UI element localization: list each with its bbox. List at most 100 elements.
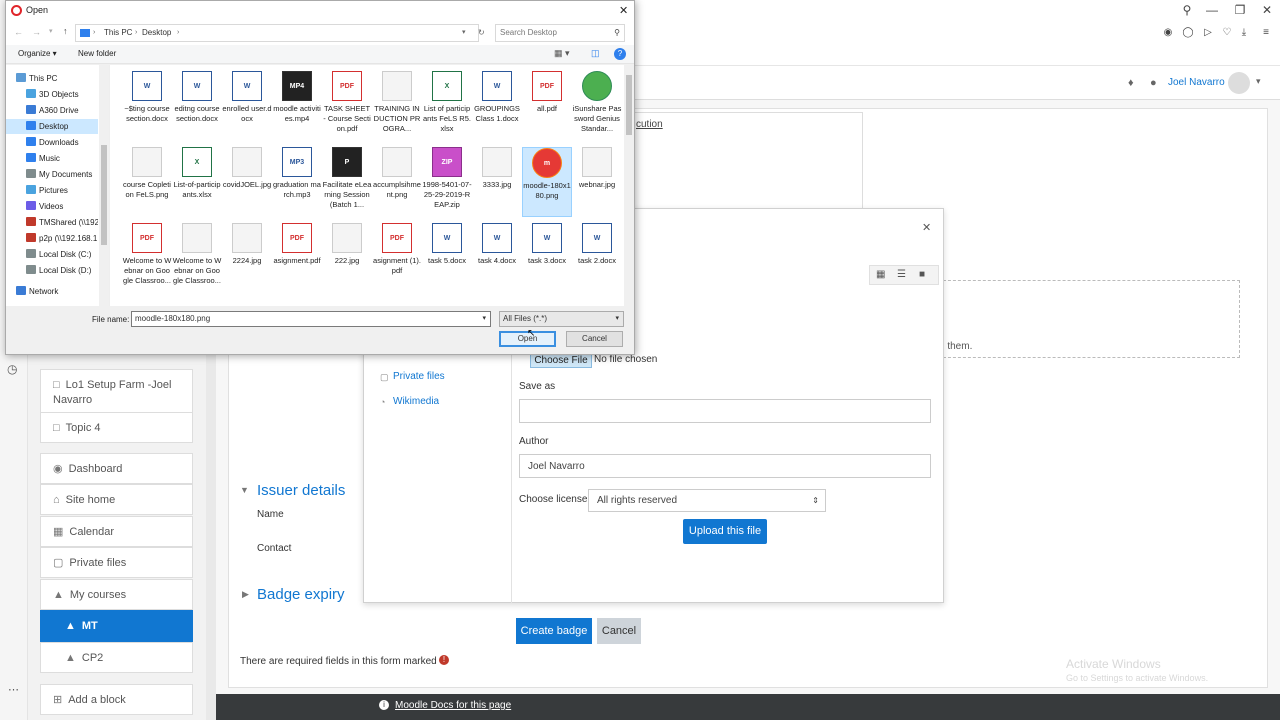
drawer-item-calendar[interactable]: ▦ Calendar: [40, 516, 193, 547]
drawer-item-site-home[interactable]: ⌂ Site home: [40, 484, 193, 515]
file-item[interactable]: 222.jpg: [322, 223, 372, 293]
file-item[interactable]: P Facilitate eLearning Session (Batch 1..…: [322, 147, 372, 217]
file-item[interactable]: PDF all.pdf: [522, 71, 572, 141]
dialog-close-icon[interactable]: ✕: [619, 4, 628, 17]
file-item[interactable]: ZIP 1998-5401-07-25-29-2019-REAP.zip: [422, 147, 472, 217]
file-item[interactable]: TRAINING INDUCTION PROGRA...: [372, 71, 422, 141]
recent-chevron-icon[interactable]: ▾: [49, 27, 53, 35]
tree-item[interactable]: Local Disk (D:): [6, 263, 98, 278]
drawer-item-my-courses[interactable]: ▲ My courses: [40, 579, 193, 610]
cancel-button[interactable]: Cancel: [597, 618, 641, 644]
issuer-details-toggle-icon[interactable]: ▼: [240, 485, 249, 495]
drawer-item-lo1[interactable]: □ Lo1 Setup Farm -Joel Navarro: [40, 369, 193, 414]
tree-item[interactable]: Downloads: [6, 135, 98, 150]
choose-file-button[interactable]: Choose File: [530, 353, 592, 368]
add-block-button[interactable]: ⊞ Add a block: [40, 684, 193, 715]
file-drop-area[interactable]: d them.: [928, 280, 1240, 358]
help-icon[interactable]: ?: [614, 48, 626, 60]
forward-icon[interactable]: →: [32, 27, 41, 37]
badge-expiry-toggle-icon[interactable]: ▶: [242, 589, 249, 600]
file-type-select[interactable]: All Files (*.*) ▾: [499, 311, 624, 327]
tree-item[interactable]: TMShared (\\192: [6, 215, 98, 230]
file-item[interactable]: Weditng course section.docx: [172, 71, 222, 141]
file-item[interactable]: course Copletion FeLS.png: [122, 147, 172, 217]
file-item[interactable]: Wtask 5.docx: [422, 223, 472, 293]
file-item[interactable]: PDF Welcome to Webnar on Google Classroo.…: [122, 223, 172, 293]
tree-item[interactable]: This PC: [6, 71, 98, 86]
drawer-item-topic4[interactable]: □ Topic 4: [40, 412, 193, 443]
file-item[interactable]: X List-of-participants.xlsx: [172, 147, 222, 217]
drawer-item-mt[interactable]: ▲ MT: [40, 610, 193, 642]
preview-pane-icon[interactable]: ◫: [591, 48, 600, 59]
file-item[interactable]: covidJOEL.jpg: [222, 147, 272, 217]
heart-icon[interactable]: ♡: [1220, 26, 1234, 40]
drawer-scrollbar[interactable]: [206, 355, 216, 720]
file-item[interactable]: PDF asignment.pdf: [272, 223, 322, 293]
modal-close-icon[interactable]: ✕: [922, 221, 931, 234]
drawer-item-cp2[interactable]: ▲ CP2: [40, 642, 193, 673]
file-item[interactable]: MP3 graduation march.mp3: [272, 147, 322, 217]
search-icon[interactable]: ⚲: [1180, 3, 1194, 17]
file-item[interactable]: iSunshare Password Genius Standar...: [572, 71, 622, 141]
file-item[interactable]: MP4 moodle activities.mp4: [272, 71, 322, 141]
breadcrumb-this-pc[interactable]: This PC: [104, 25, 132, 41]
tree-scroll-thumb[interactable]: [101, 145, 107, 245]
avatar[interactable]: [1228, 72, 1250, 94]
author-input[interactable]: Joel Navarro: [519, 454, 931, 478]
file-item[interactable]: Wenrolled user.docx: [222, 71, 272, 141]
file-name-dropdown-icon[interactable]: ▾: [482, 312, 486, 326]
list-view-icon[interactable]: ☰: [897, 269, 906, 280]
menu-icon[interactable]: ≡: [1259, 26, 1273, 40]
search-box[interactable]: Search Desktop ⚲: [495, 24, 625, 42]
tree-item[interactable]: Videos: [6, 199, 98, 214]
file-item[interactable]: 2224.jpg: [222, 223, 272, 293]
issuer-details-heading[interactable]: Issuer details: [257, 482, 345, 499]
organize-button[interactable]: Organize ▾: [18, 49, 57, 58]
shield-icon[interactable]: ◯: [1181, 26, 1195, 40]
restore-icon[interactable]: ❐: [1233, 3, 1247, 17]
file-item[interactable]: Wtask 2.docx: [572, 223, 622, 293]
tree-scrollbar[interactable]: [99, 65, 109, 306]
bell-icon[interactable]: ♦: [1128, 77, 1134, 89]
tree-item[interactable]: Local Disk (C:): [6, 247, 98, 262]
license-select[interactable]: All rights reserved ⇕: [588, 489, 826, 512]
file-item[interactable]: W ~$ting course section.docx: [122, 71, 172, 141]
clock-icon[interactable]: ◷: [7, 362, 17, 376]
tree-item[interactable]: My Documents: [6, 167, 98, 182]
tree-item[interactable]: Network: [6, 284, 98, 299]
file-item[interactable]: Wtask 3.docx: [522, 223, 572, 293]
file-scrollbar[interactable]: [624, 65, 634, 306]
file-item[interactable]: Wtask 4.docx: [472, 223, 522, 293]
chat-icon[interactable]: ●: [1150, 77, 1157, 89]
tree-item[interactable]: A360 Drive: [6, 103, 98, 118]
download-icon[interactable]: ⤓: [1237, 26, 1251, 40]
file-scroll-thumb[interactable]: [626, 75, 632, 135]
file-item[interactable]: m moodle-180x180.png: [522, 147, 572, 217]
file-item[interactable]: Welcome to Webnar on Google Classroo...: [172, 223, 222, 293]
refresh-icon[interactable]: ↻: [478, 25, 485, 41]
tree-view-icon[interactable]: ■: [919, 269, 925, 280]
grid-view-icon[interactable]: ▦: [876, 269, 885, 280]
more-icon[interactable]: ⋯: [8, 683, 19, 696]
drawer-item-dashboard[interactable]: ◉ Dashboard: [40, 453, 193, 484]
breadcrumb-desktop[interactable]: Desktop: [142, 25, 171, 41]
user-name[interactable]: Joel Navarro: [1168, 77, 1225, 88]
create-badge-button[interactable]: Create badge: [516, 618, 592, 644]
tree-item[interactable]: p2p (\\192.168.1: [6, 231, 98, 246]
new-folder-button[interactable]: New folder: [78, 49, 116, 58]
camera-icon[interactable]: ◉: [1161, 26, 1175, 40]
file-item[interactable]: accumplsihment.png: [372, 147, 422, 217]
file-item[interactable]: PDF asignment (1).pdf: [372, 223, 422, 293]
user-menu-chevron-icon[interactable]: ▾: [1256, 76, 1261, 87]
drawer-item-private-files[interactable]: ▢ Private files: [40, 547, 193, 578]
badge-expiry-heading[interactable]: Badge expiry: [257, 586, 345, 603]
repo-wikimedia[interactable]: Wikimedia: [393, 396, 439, 407]
tree-item[interactable]: Pictures: [6, 183, 98, 198]
file-name-input[interactable]: moodle-180x180.png ▾: [131, 311, 491, 327]
file-item[interactable]: PDF TASK SHEET - Course Section.pdf: [322, 71, 372, 141]
tree-item[interactable]: 3D Objects: [6, 87, 98, 102]
file-item[interactable]: W GROUPINGS Class 1.docx: [472, 71, 522, 141]
upload-file-button[interactable]: Upload this file: [683, 519, 767, 544]
file-item[interactable]: webnar.jpg: [572, 147, 622, 217]
change-view-icon[interactable]: ▦ ▾: [554, 48, 570, 59]
